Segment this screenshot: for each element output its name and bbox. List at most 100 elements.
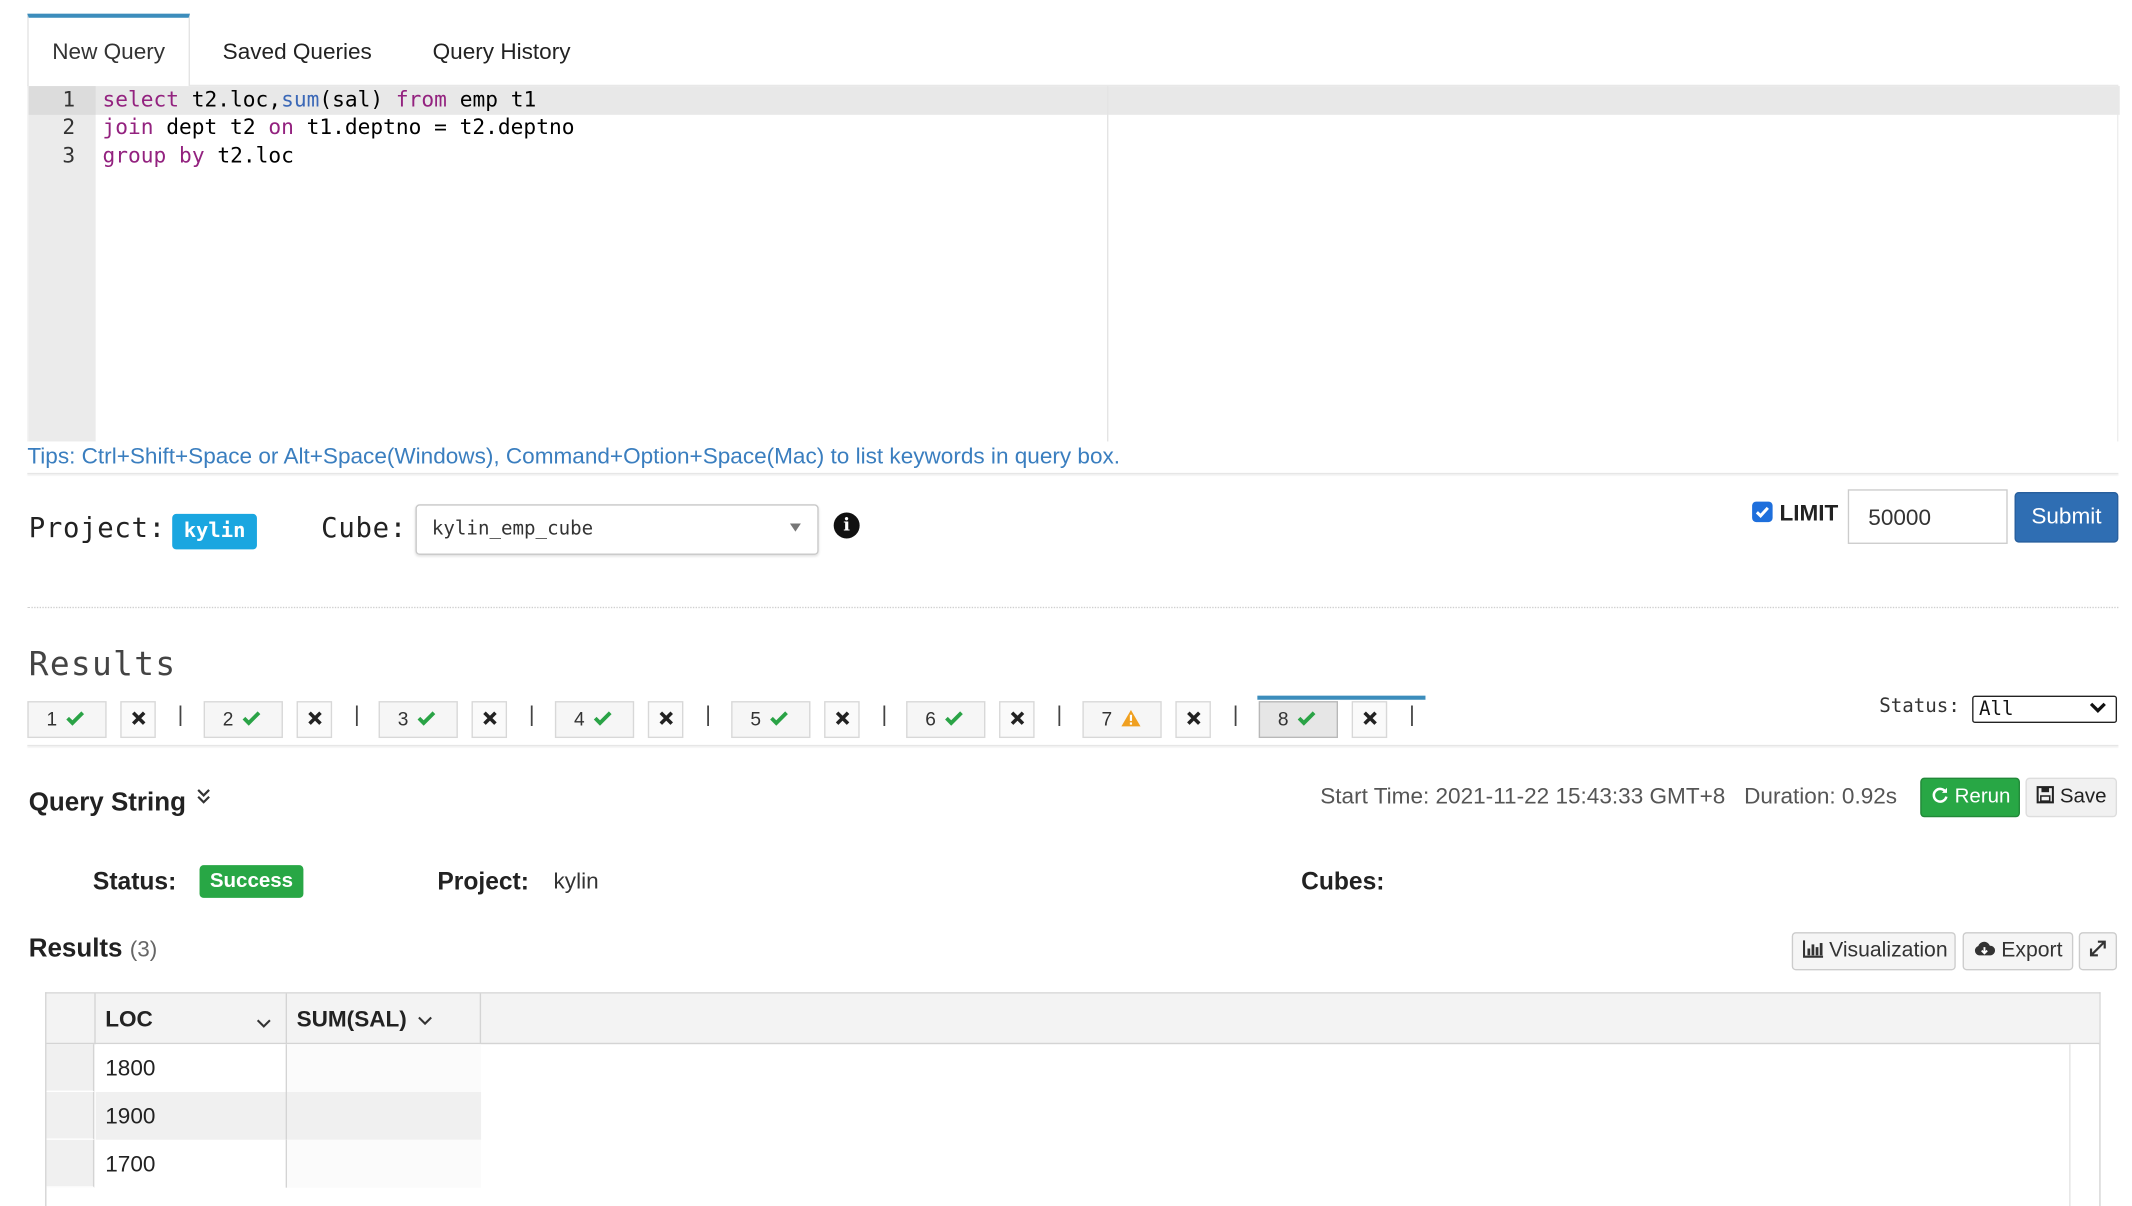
line-number: 3	[62, 143, 76, 169]
caret-down-icon	[789, 523, 801, 532]
close-icon	[482, 711, 497, 725]
duration: Duration: 0.92s	[1744, 784, 1898, 810]
result-tab[interactable]: 3	[378, 701, 458, 739]
code-line[interactable]: select t2.loc,sum(sal) from emp t1	[103, 87, 537, 112]
tab-separator: |	[1409, 703, 1415, 728]
warning-icon	[1120, 708, 1141, 730]
print-margin	[1107, 86, 1109, 442]
export-button[interactable]: Export	[1962, 932, 2074, 971]
results-count-heading: Results (3)	[29, 935, 158, 965]
result-tab-number: 4	[574, 707, 585, 730]
editor-tips: Tips: Ctrl+Shift+Space or Alt+Space(Wind…	[27, 444, 1121, 469]
close-result-tab-button[interactable]	[296, 701, 333, 739]
close-icon	[658, 711, 673, 725]
code-line[interactable]: join dept t2 on t1.deptno = t2.deptno	[103, 115, 575, 140]
result-tab-number: 7	[1101, 707, 1113, 730]
dotted-divider	[27, 606, 2119, 609]
visualization-label: Visualization	[1829, 938, 1948, 963]
table-cell-loc[interactable]: 1700	[95, 1139, 288, 1188]
close-result-tab-button[interactable]	[120, 701, 156, 739]
table-cell-sum-sal[interactable]	[287, 1091, 482, 1140]
check-icon	[242, 708, 261, 730]
table-cell-sum-sal[interactable]	[287, 1139, 482, 1188]
chevron-down-icon[interactable]	[417, 1007, 433, 1032]
result-tab-number: 1	[46, 707, 58, 730]
row-header[interactable]	[46, 1044, 95, 1092]
result-tab-number: 8	[1277, 707, 1289, 730]
column-header-sum-sal[interactable]: SUM(SAL)	[287, 993, 482, 1045]
results-count: (3)	[129, 937, 158, 963]
result-tab-number: 6	[925, 707, 936, 730]
sql-editor[interactable]: 1 2 3 select t2.loc,sum(sal) from emp t1…	[27, 86, 2120, 442]
results-grid: LOC SUM(SAL) 1800 1900 1700	[45, 992, 2101, 1206]
status-filter-label: Status:	[1879, 695, 1960, 718]
close-result-tab-button[interactable]	[1351, 701, 1388, 739]
divider	[27, 744, 2119, 747]
bar-chart-icon	[1803, 939, 1829, 962]
expand-icon	[2088, 940, 2107, 963]
close-result-tab-button[interactable]	[471, 701, 508, 739]
result-tab-number: 2	[222, 707, 234, 730]
result-tab-number: 3	[397, 707, 409, 730]
column-header-loc[interactable]: LOC	[96, 993, 288, 1045]
query-string-toggle[interactable]: Query String	[29, 789, 186, 819]
info-icon[interactable]: i	[833, 512, 860, 539]
query-tabs: New Query Saved Queries Query History	[27, 13, 2119, 88]
save-button[interactable]: Save	[2025, 777, 2118, 818]
result-tab[interactable]: 4	[554, 701, 635, 739]
tab-query-history[interactable]: Query History	[407, 14, 596, 86]
limit-input[interactable]: 50000	[1847, 489, 2008, 544]
table-cell-sum-sal[interactable]	[287, 1044, 482, 1092]
save-label: Save	[2059, 784, 2107, 808]
result-tab[interactable]: 7	[1082, 701, 1162, 739]
result-tab[interactable]: 2	[203, 701, 283, 739]
summary-project-label: Project:	[437, 867, 529, 896]
close-result-tab-button[interactable]	[824, 701, 860, 739]
project-label: Project:	[28, 511, 166, 544]
tab-separator: |	[353, 703, 360, 728]
cube-label: Cube:	[321, 511, 407, 544]
table-cell-loc[interactable]: 1800	[95, 1044, 288, 1092]
refresh-icon	[1931, 784, 1954, 807]
chevron-down-icon[interactable]	[256, 1010, 272, 1036]
cubes-label: Cubes:	[1301, 867, 1385, 896]
double-chevron-down-icon[interactable]	[195, 787, 211, 812]
close-icon	[835, 711, 849, 725]
tab-new-query[interactable]: New Query	[27, 13, 190, 88]
result-tab[interactable]: 5	[731, 701, 811, 739]
project-badge: kylin	[172, 513, 257, 550]
result-tab[interactable]: 1	[27, 701, 107, 739]
visualization-button[interactable]: Visualization	[1791, 932, 1956, 971]
row-header[interactable]	[46, 1091, 95, 1140]
close-icon	[131, 711, 145, 725]
query-timing: Start Time: 2021-11-22 15:43:33 GMT+8 Du…	[1320, 784, 1897, 810]
limit-label: LIMIT	[1779, 501, 1839, 527]
status-filter-select[interactable]: All	[1972, 695, 2118, 723]
close-result-tab-button[interactable]	[1175, 701, 1211, 739]
grid-corner	[46, 993, 96, 1045]
submit-button[interactable]: Submit	[2014, 492, 2119, 543]
limit-checkbox[interactable]	[1752, 501, 1773, 523]
result-tab-number: 5	[750, 707, 761, 730]
result-tab[interactable]: 6	[906, 701, 986, 739]
results-title: Results	[28, 934, 123, 964]
result-tab[interactable]: 8	[1258, 701, 1338, 739]
line-number: 1	[62, 87, 76, 113]
close-icon	[1010, 711, 1024, 725]
check-icon	[944, 708, 963, 730]
close-result-tab-button[interactable]	[999, 701, 1035, 739]
close-icon	[1362, 711, 1377, 725]
grid-scrollbar[interactable]	[2069, 1044, 2098, 1206]
table-cell-loc[interactable]: 1900	[95, 1091, 288, 1140]
grid-header: LOC SUM(SAL)	[46, 993, 2100, 1045]
tab-saved-queries[interactable]: Saved Queries	[201, 14, 394, 86]
start-time: Start Time: 2021-11-22 15:43:33 GMT+8	[1320, 784, 1726, 810]
close-icon	[307, 711, 322, 725]
code-line[interactable]: group by t2.loc	[103, 144, 294, 169]
rerun-button[interactable]: Rerun	[1920, 777, 2020, 818]
row-header[interactable]	[46, 1139, 95, 1188]
close-result-tab-button[interactable]	[647, 701, 684, 739]
fullscreen-button[interactable]	[2078, 932, 2118, 971]
checkmark-icon	[1755, 506, 1769, 518]
cube-select[interactable]: kylin_emp_cube	[415, 504, 819, 555]
